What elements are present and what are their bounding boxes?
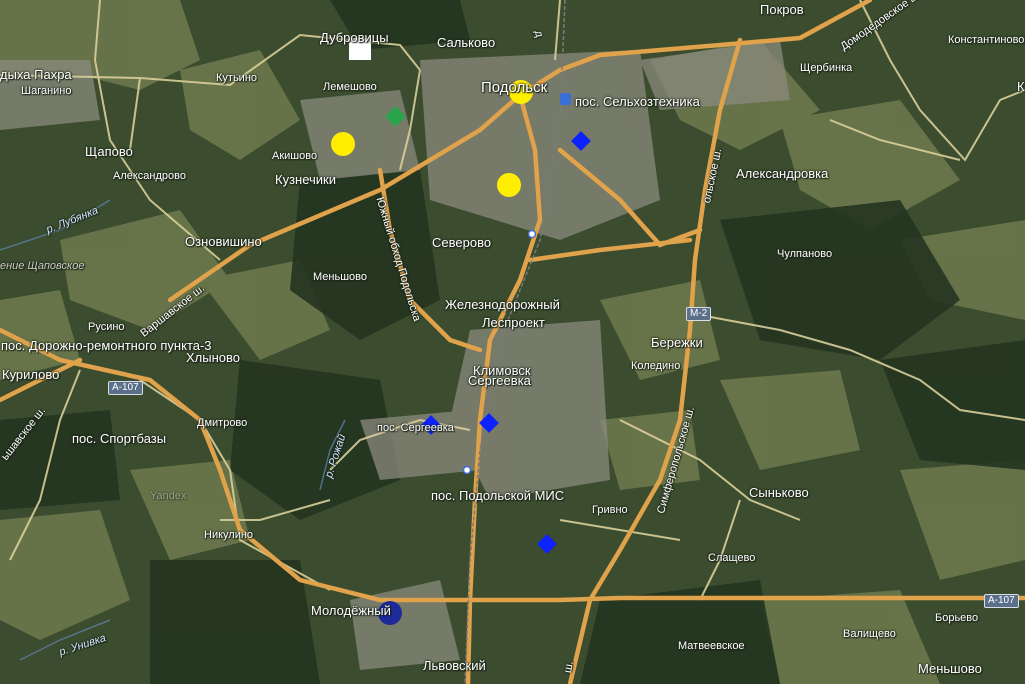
- label-highway-south: ш.: [562, 660, 576, 674]
- label-oznobishino: Озновишино: [185, 234, 262, 249]
- label-lvovsky: Львовский: [423, 658, 486, 673]
- label-menshovo-west: Меньшово: [313, 271, 367, 283]
- shield-m2: М-2: [686, 307, 712, 321]
- label-aleksandrovo: Александрово: [113, 170, 186, 182]
- label-pakhra-partial: дыха Пахра: [0, 67, 72, 82]
- label-menshovo-east: Меньшово: [918, 661, 982, 676]
- label-edge-partial: К: [1017, 79, 1025, 94]
- label-shchapovo: Щапово: [85, 144, 133, 159]
- marker-yellow-circle[interactable]: [497, 173, 521, 197]
- label-kutino: Кутьино: [216, 72, 258, 84]
- label-pokrov: Покров: [760, 2, 804, 17]
- label-podolskoy-mis: пос. Подольской МИС: [431, 488, 565, 503]
- label-slashchevo: Слащево: [708, 552, 756, 564]
- label-koledino: Коледино: [631, 360, 681, 372]
- label-lemeshovo: Лемешово: [323, 81, 377, 93]
- label-dubrovitsy: Дубровицы: [320, 30, 389, 45]
- label-pos-sergeevka: пос. Сергеевка: [377, 422, 454, 434]
- label-severovo: Северово: [432, 235, 492, 250]
- label-nikulino: Никулино: [204, 529, 254, 541]
- marker-yellow-circle[interactable]: [331, 132, 355, 156]
- label-shaganino: Шаганино: [21, 85, 72, 97]
- label-synkovo: Сыньково: [749, 485, 809, 500]
- label-grivno: Гривно: [592, 504, 628, 516]
- label-molodezhny: Молодёжный: [311, 603, 391, 618]
- label-berezhki: Бережки: [651, 335, 703, 350]
- label-chulpanovo: Чулпаново: [777, 248, 833, 260]
- label-aleksandrovka: Александровка: [736, 166, 829, 181]
- label-valishchevo: Валищево: [843, 628, 896, 640]
- label-selkhoztekhnika: пос. Сельхозтехника: [575, 94, 700, 109]
- label-shchapovskoe-settlement: ение Щаповское: [0, 260, 85, 272]
- label-khlynovo: Хлыново: [186, 350, 240, 365]
- label-kurilovo: Курилово: [2, 367, 60, 382]
- label-lesproekt: Леспроект: [482, 315, 545, 330]
- label-kuznechiki: Кузнечики: [275, 172, 336, 187]
- shield-a107-west: А-107: [108, 381, 143, 395]
- label-matveevskoe: Матвеевское: [678, 640, 745, 652]
- label-salkovo: Сальково: [437, 35, 496, 50]
- label-podolsk: Подольск: [481, 79, 548, 96]
- label-borevo: Борьево: [935, 612, 979, 624]
- label-zheleznodorozhny: Железнодорожный: [445, 297, 560, 312]
- yandex-watermark: Yandex: [150, 490, 187, 502]
- label-rusino: Русино: [88, 321, 125, 333]
- shield-a107-east: А-107: [984, 594, 1019, 608]
- label-konstantinovo: Константиново: [948, 34, 1025, 46]
- label-dorozhno-remontnogo: пос. Дорожно-ремонтного пункта-3: [1, 338, 212, 353]
- label-sergeevka: Сергеевка: [468, 373, 531, 388]
- label-dmitrovo: Дмитрово: [197, 417, 248, 429]
- label-sportbazy: пос. Спортбазы: [72, 431, 167, 446]
- label-shcherbinka: Щербинка: [800, 62, 853, 74]
- label-akishovo: Акишово: [272, 150, 318, 162]
